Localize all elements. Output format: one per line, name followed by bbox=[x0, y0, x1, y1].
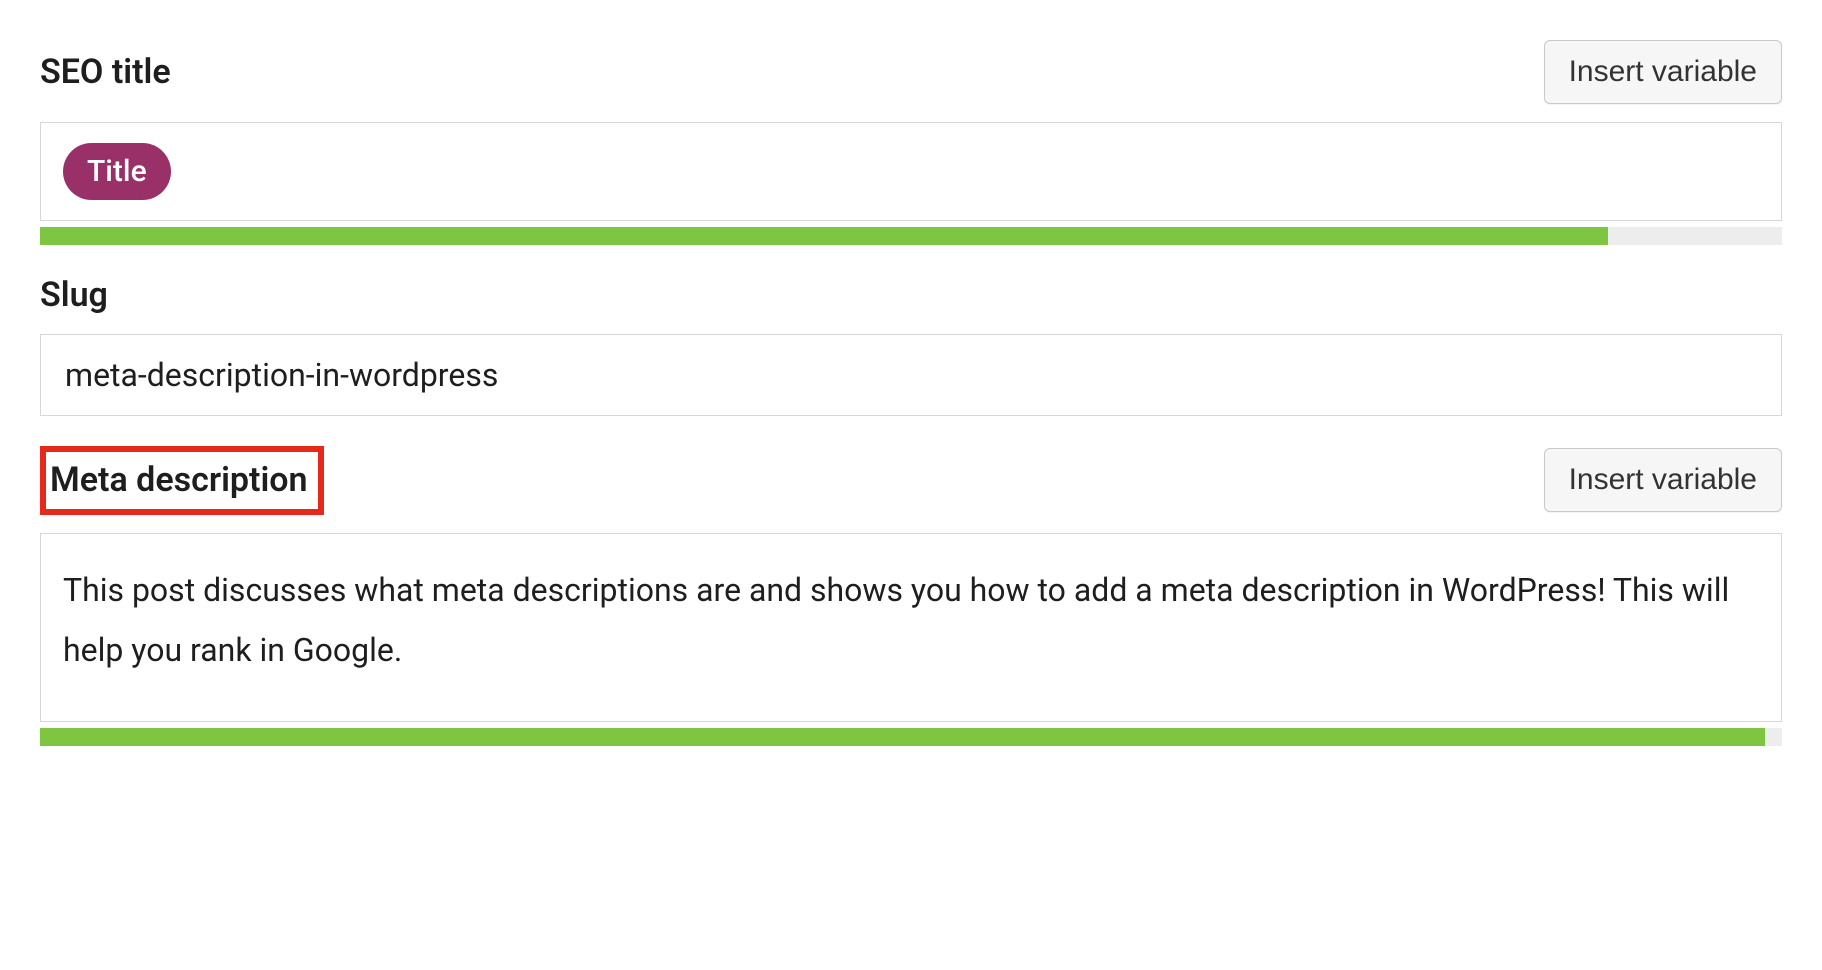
seo-title-label-row: SEO title Insert variable bbox=[40, 40, 1782, 104]
seo-title-progress-fill bbox=[40, 227, 1608, 245]
seo-title-label: SEO title bbox=[40, 52, 171, 93]
slug-input-wrapper bbox=[40, 334, 1782, 416]
meta-description-input[interactable]: This post discusses what meta descriptio… bbox=[40, 533, 1782, 723]
meta-description-label-row: Meta description Insert variable bbox=[40, 446, 1782, 515]
meta-description-progress-track bbox=[40, 728, 1782, 746]
slug-input[interactable] bbox=[63, 355, 1759, 395]
seo-title-variable-chip[interactable]: Title bbox=[63, 143, 171, 200]
slug-label-row: Slug bbox=[40, 275, 1782, 316]
seo-title-insert-variable-button[interactable]: Insert variable bbox=[1544, 40, 1782, 104]
meta-description-label: Meta description bbox=[40, 446, 324, 515]
seo-title-section: SEO title Insert variable Title bbox=[40, 40, 1782, 245]
slug-label: Slug bbox=[40, 275, 108, 316]
meta-description-progress-fill bbox=[40, 728, 1765, 746]
seo-title-progress-track bbox=[40, 227, 1782, 245]
slug-section: Slug bbox=[40, 275, 1782, 416]
seo-title-input[interactable]: Title bbox=[40, 122, 1782, 221]
meta-description-insert-variable-button[interactable]: Insert variable bbox=[1544, 448, 1782, 512]
meta-description-section: Meta description Insert variable This po… bbox=[40, 446, 1782, 746]
meta-description-text: This post discusses what meta descriptio… bbox=[63, 571, 1729, 670]
